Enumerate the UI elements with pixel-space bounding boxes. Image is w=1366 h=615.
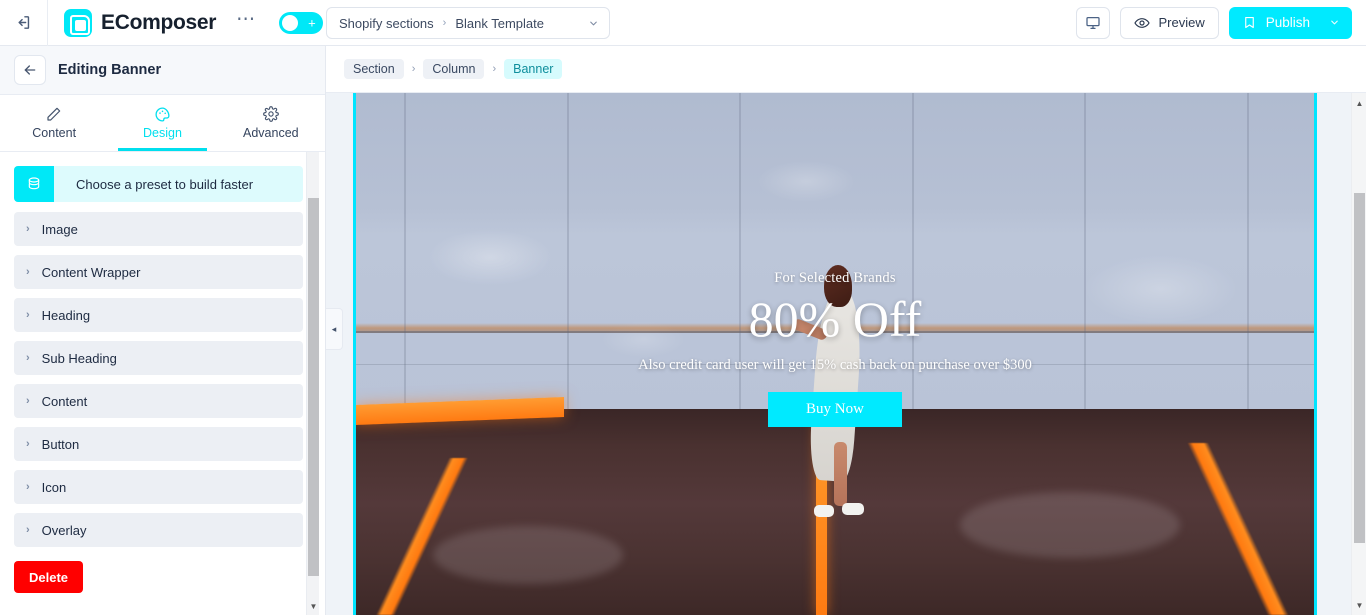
brand-name: EComposer <box>101 10 217 34</box>
tab-content-label: Content <box>32 126 77 140</box>
device-preview-button[interactable] <box>1076 6 1111 39</box>
chevron-right-icon: › <box>26 524 30 536</box>
chevron-down-icon <box>590 21 597 25</box>
tab-advanced[interactable]: Advanced <box>217 95 325 151</box>
breadcrumb: Section › Column › Banner <box>326 46 1366 93</box>
person-shoe <box>814 504 835 517</box>
delete-button[interactable]: Delete <box>14 561 84 593</box>
canvas-scroll-up-arrow[interactable]: ▲ <box>1352 95 1366 111</box>
sidebar-section-label: Button <box>41 436 80 452</box>
canvas-scrollbar[interactable]: ▲ ▼ <box>1351 93 1366 615</box>
editor-body: Editing Banner Content Design Advanced C… <box>0 46 1366 615</box>
banner-puddle <box>432 525 623 584</box>
canvas-stage: ◂ For Selected Brands 80% Off Also credi… <box>326 93 1366 615</box>
desktop-icon <box>1086 16 1101 29</box>
pencil-icon <box>46 106 62 122</box>
bookmark-icon <box>1244 16 1254 29</box>
sidebar-section-content-wrapper[interactable]: › Content Wrapper <box>14 255 303 289</box>
banner-buy-now-button[interactable]: Buy Now <box>768 392 902 428</box>
breadcrumb-item-section[interactable]: Section <box>344 59 404 79</box>
sidebar-section-label: Heading <box>41 307 91 323</box>
choose-preset-button[interactable]: Choose a preset to build faster <box>14 166 303 202</box>
sidebar-section-label: Image <box>41 221 78 237</box>
sidebar-section-button[interactable]: › Button <box>14 427 303 461</box>
banner-body-text[interactable]: Also credit card user will get 15% cash … <box>638 355 1032 376</box>
sidebar-scrollbar[interactable]: ▼ <box>306 152 319 615</box>
chevron-right-icon: › <box>26 223 30 235</box>
sidebar-section-icon[interactable]: › Icon <box>14 470 303 504</box>
sidebar-scroll-down-arrow[interactable]: ▼ <box>307 599 320 613</box>
chevron-right-icon: › <box>26 266 30 278</box>
sidebar-section-label: Overlay <box>41 522 87 538</box>
sidebar: Editing Banner Content Design Advanced C… <box>0 46 326 615</box>
sidebar-tabs: Content Design Advanced <box>0 95 325 152</box>
arrow-left-icon <box>24 65 36 75</box>
back-button[interactable] <box>14 55 46 85</box>
publish-chevron-down-icon[interactable] <box>1329 17 1340 28</box>
sidebar-section-heading[interactable]: › Heading <box>14 298 303 332</box>
ecomposer-editor: EComposer ⋯ + Shopify sections › Blank T… <box>0 0 1366 615</box>
tab-advanced-label: Advanced <box>243 126 299 140</box>
sidebar-section-label: Sub Heading <box>41 350 117 366</box>
toggle-knob <box>281 14 298 31</box>
palette-icon <box>154 106 171 122</box>
chevron-right-icon: › <box>26 395 30 407</box>
publish-button[interactable]: Publish <box>1228 6 1352 39</box>
template-group-label: Shopify sections <box>339 15 434 31</box>
sidebar-section-label: Content Wrapper <box>41 264 141 280</box>
chevron-right-icon: › <box>26 352 30 364</box>
person-leg <box>834 441 848 506</box>
gear-icon <box>262 106 279 122</box>
publish-label: Publish <box>1265 15 1310 30</box>
tab-design-label: Design <box>143 126 182 140</box>
sidebar-section-content[interactable]: › Content <box>14 384 303 418</box>
sidebar-title: Editing Banner <box>58 62 162 78</box>
sidebar-scrollbar-thumb[interactable] <box>308 198 319 576</box>
breadcrumb-separator: › <box>492 63 497 75</box>
template-selector-area: Shopify sections › Blank Template <box>326 0 610 46</box>
breadcrumb-separator: › <box>411 63 416 75</box>
template-select[interactable]: Shopify sections › Blank Template <box>326 7 610 39</box>
banner-puddle <box>959 491 1180 558</box>
choose-preset-label: Choose a preset to build faster <box>76 176 254 192</box>
chevron-right-icon: › <box>26 481 30 493</box>
more-options-button[interactable]: ⋯ <box>232 10 261 31</box>
sidebar-section-overlay[interactable]: › Overlay <box>14 513 303 547</box>
sidebar-header: Editing Banner <box>0 46 325 95</box>
person-shoe <box>842 502 865 515</box>
breadcrumb-item-column[interactable]: Column <box>423 59 485 79</box>
sidebar-panel: Choose a preset to build faster › Image … <box>0 152 325 615</box>
eye-icon <box>1134 17 1151 28</box>
sidebar-section-label: Content <box>41 393 88 409</box>
banner-element[interactable]: For Selected Brands 80% Off Also credit … <box>353 93 1317 615</box>
ecomposer-logo-icon <box>64 8 92 37</box>
brand: EComposer <box>48 8 217 37</box>
exit-icon <box>18 16 30 29</box>
top-bar: EComposer ⋯ + Shopify sections › Blank T… <box>0 0 1366 46</box>
canvas-area: Section › Column › Banner ◂ For Selected… <box>326 46 1366 615</box>
exit-button[interactable] <box>0 0 48 46</box>
banner-content: For Selected Brands 80% Off Also credit … <box>356 270 1314 428</box>
sidebar-section-image[interactable]: › Image <box>14 212 303 246</box>
canvas-scroll-down-arrow[interactable]: ▼ <box>1352 597 1366 613</box>
preview-label: Preview <box>1158 15 1205 30</box>
top-bar-actions: Preview Publish <box>1076 6 1366 39</box>
mode-toggle[interactable]: + <box>278 11 323 34</box>
sidebar-section-label: Icon <box>41 479 67 495</box>
breadcrumb-item-banner[interactable]: Banner <box>504 59 563 79</box>
preview-button[interactable]: Preview <box>1120 6 1219 39</box>
plus-icon: + <box>308 15 316 30</box>
tab-design[interactable]: Design <box>108 95 216 151</box>
template-value: Blank Template <box>455 15 544 31</box>
banner-sub-heading[interactable]: For Selected Brands <box>774 270 895 287</box>
collapse-sidebar-handle[interactable]: ◂ <box>326 308 343 350</box>
banner-heading[interactable]: 80% Off <box>749 293 922 346</box>
chevron-right-icon: › <box>26 438 30 450</box>
template-separator: › <box>442 17 447 29</box>
layers-icon <box>14 166 54 202</box>
tab-content[interactable]: Content <box>0 95 108 151</box>
sidebar-section-sub-heading[interactable]: › Sub Heading <box>14 341 303 375</box>
canvas-scrollbar-thumb[interactable] <box>1354 193 1365 543</box>
chevron-right-icon: › <box>26 309 30 321</box>
